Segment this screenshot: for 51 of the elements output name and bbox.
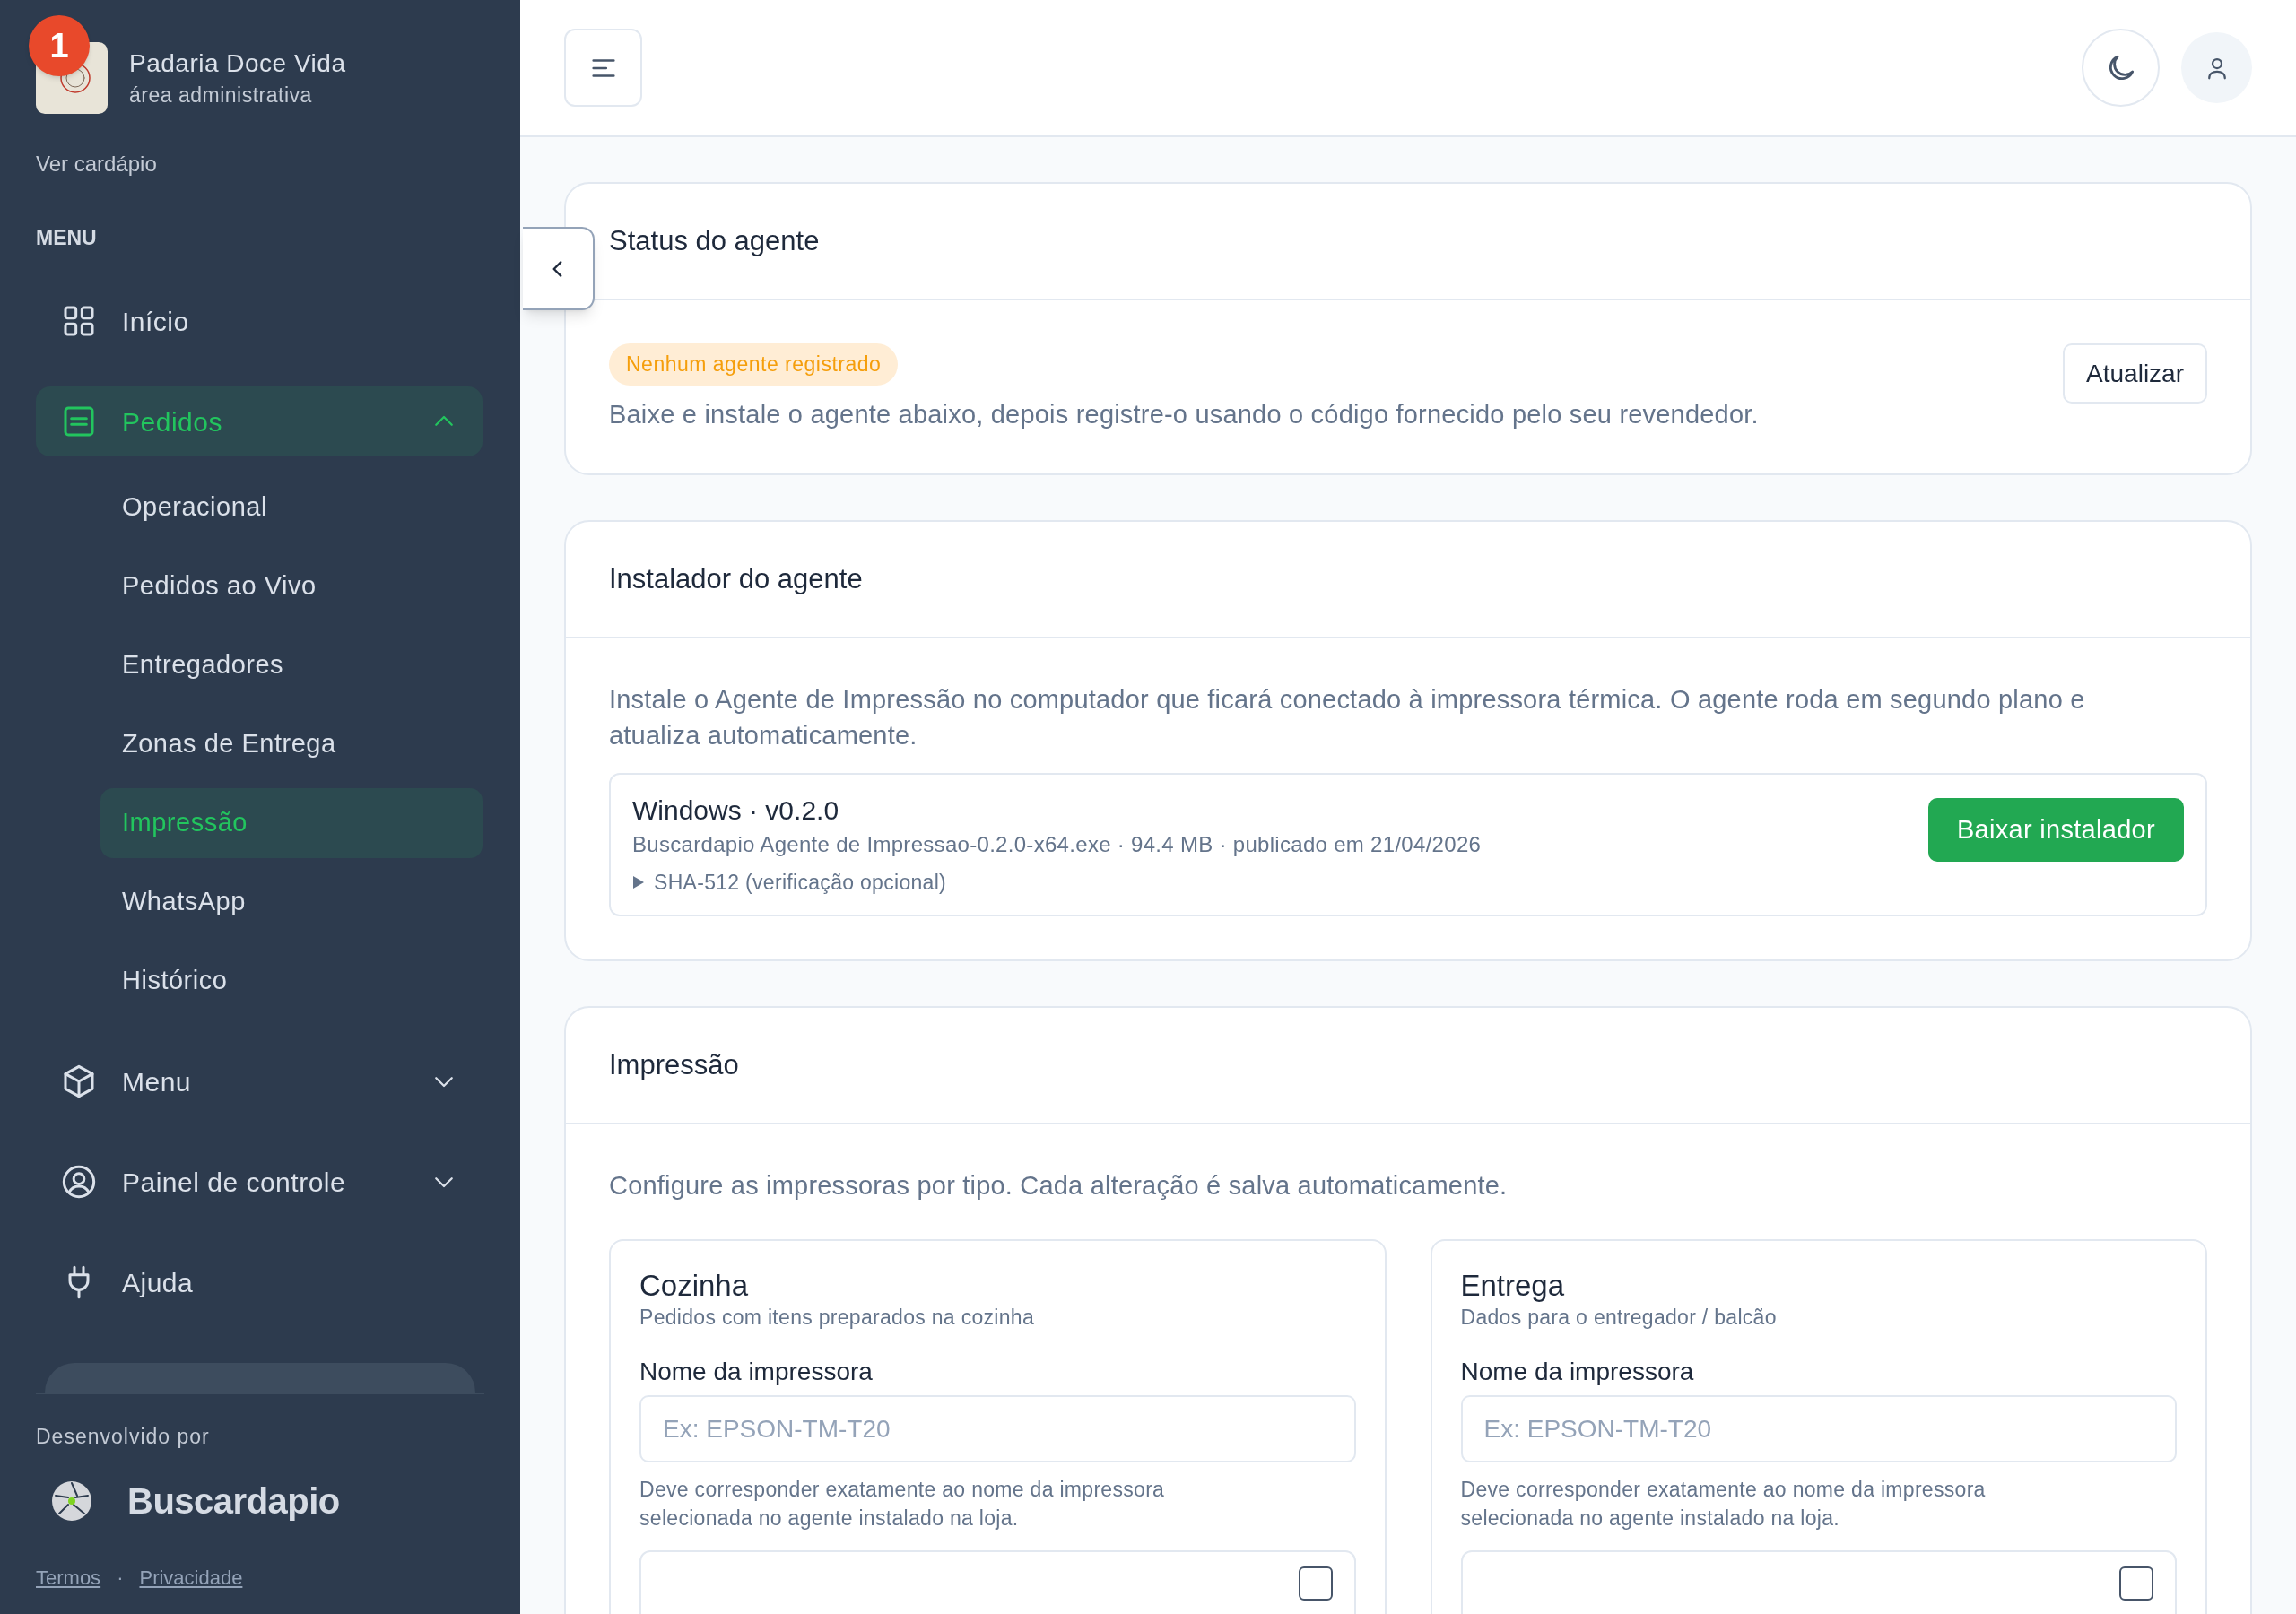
- theme-toggle-button[interactable]: [2082, 29, 2160, 107]
- sidebar-item[interactable]: Início: [36, 286, 483, 356]
- checksum-toggle[interactable]: SHA-512 (verificação opcional): [654, 868, 947, 897]
- aperture-icon: [50, 1480, 93, 1523]
- field-help: Deve corresponder exatamente ao nome da impressora selecionada no agente instalado na loja.: [1460, 1477, 1987, 1532]
- package-title: Windows · v0.2.0: [632, 794, 840, 827]
- sidebar-subitem[interactable]: Pedidos ao Vivo: [100, 551, 483, 621]
- printer-name-field[interactable]: Ex: EPSON-TM-T20: [639, 1395, 1356, 1462]
- printer-title: Cozinha: [639, 1268, 750, 1304]
- card-title: Impressão: [609, 1047, 739, 1082]
- printer-title: Entrega: [1460, 1268, 1566, 1304]
- card-title: Instalador do agente: [609, 561, 863, 596]
- sidebar-subitem[interactable]: Operacional: [100, 473, 483, 542]
- printing-description: Configure as impressoras por tipo. Cada alteração é salva automaticamente.: [609, 1170, 1509, 1202]
- user-circle-icon: [61, 1164, 97, 1200]
- sidebar-subitem[interactable]: Impressão: [100, 788, 483, 858]
- sidebar-item[interactable]: Menu: [36, 1046, 483, 1116]
- footer-link[interactable]: Termos: [36, 1563, 101, 1592]
- installer-description: Instale o Agente de Impressão no computador que ficará conectado à impressora térmica. O agente roda em segundo plano e atualiza automaticamente.: [609, 684, 2086, 751]
- store-subtitle: área administrativa: [129, 82, 313, 108]
- sidebar-item[interactable]: Pedidos: [36, 386, 483, 456]
- separator-dot: ·: [117, 1566, 124, 1591]
- menu-button[interactable]: [564, 29, 642, 107]
- sidebar-item[interactable]: Ajuda: [36, 1247, 483, 1317]
- package-details: Buscardapio Agente de Impressao-0.2.0-x64.exe · 94.4 MB · publicado em 21/04/2026: [632, 831, 1482, 858]
- printer-name-field[interactable]: Ex: EPSON-TM-T20: [1460, 1395, 2177, 1462]
- sidebar-subitem[interactable]: WhatsApp: [100, 867, 483, 937]
- printer-subtitle: Pedidos com itens preparados na cozinha: [639, 1305, 1036, 1331]
- refresh-button[interactable]: Atualizar: [2063, 343, 2207, 404]
- sidebar-subitem[interactable]: Histórico: [100, 946, 483, 1016]
- field-help: Deve corresponder exatamente ao nome da impressora selecionada no agente instalado na loja.: [639, 1477, 1166, 1532]
- sidebar-subitem[interactable]: Zonas de Entrega: [100, 709, 483, 779]
- collapse-sidebar-button[interactable]: [523, 227, 595, 310]
- store-name: Padaria Doce Vida: [129, 48, 346, 79]
- developed-by-label: Desenvolvido por: [36, 1425, 210, 1448]
- triangle-right-icon: [632, 875, 645, 889]
- status-description: Baixe e instale o agente abaixo, depois registre-o usando o código fornecido pelo seu revendedor.: [609, 399, 1759, 430]
- field-label: Nome da impressora: [639, 1357, 874, 1387]
- notification-badge: 1: [29, 15, 90, 76]
- checkbox[interactable]: [2119, 1566, 2153, 1601]
- section-label: MENU: [36, 226, 97, 249]
- field-label: Nome da impressora: [1460, 1357, 1695, 1387]
- developer-brand: Buscardapio: [127, 1480, 340, 1523]
- checkbox[interactable]: [1298, 1566, 1333, 1601]
- sidebar-item[interactable]: Painel de controle: [36, 1147, 483, 1217]
- sidebar-subitem[interactable]: Entregadores: [100, 630, 483, 700]
- footer-link[interactable]: Privacidade: [139, 1563, 243, 1592]
- view-menu-link[interactable]: Ver cardápio: [36, 152, 157, 176]
- printer-subtitle: Dados para o entregador / balcão: [1460, 1305, 1778, 1331]
- card-title: Status do agente: [609, 223, 820, 258]
- status-badge: Nenhum agente registrado: [609, 343, 899, 386]
